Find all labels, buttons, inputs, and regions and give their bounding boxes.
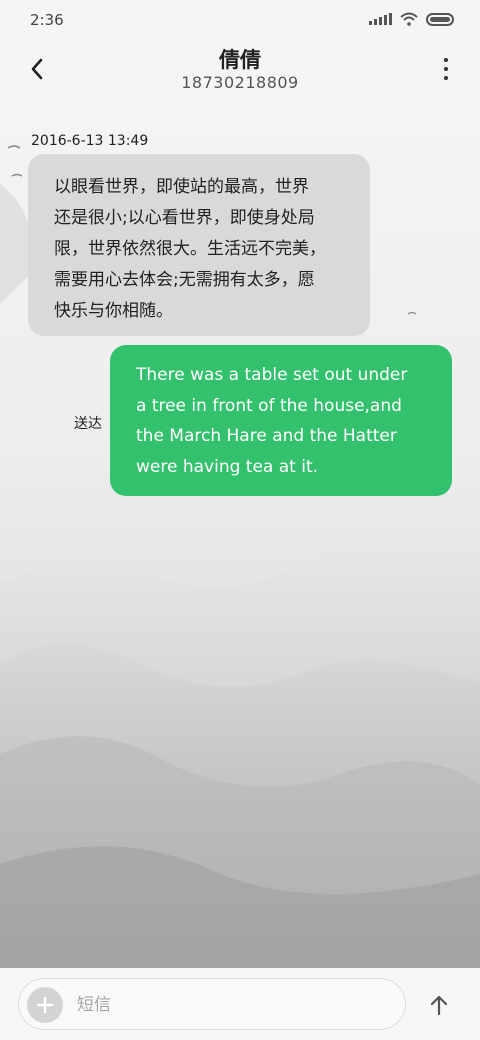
message-line: There was a table set out under [136, 365, 408, 385]
phone-number: 18730218809 [181, 73, 299, 92]
message-timestamp: 2016-6-13 13:49 [31, 133, 149, 149]
wifi-icon [400, 12, 418, 26]
contact-name: 倩倩 [219, 48, 261, 72]
sms-input[interactable] [77, 991, 377, 1019]
status-time: 2:36 [30, 11, 64, 29]
conversation-area[interactable]: 2016-6-13 13:49 以眼看世界，即使站的最高，世界 还是很小;以心看… [0, 104, 480, 968]
add-attachment-button[interactable] [27, 987, 63, 1023]
signal-icon [369, 13, 392, 25]
outgoing-message-bubble[interactable]: There was a table set out under a tree i… [110, 345, 452, 496]
message-line: 需要用心去体会;无需拥有太多，愿 [54, 270, 315, 290]
send-button[interactable] [424, 990, 454, 1020]
plus-icon [36, 996, 54, 1014]
status-icons [369, 12, 454, 26]
message-line: the March Hare and the Hatter [136, 426, 397, 446]
message-line: were having tea at it. [136, 456, 319, 477]
more-options-button[interactable] [436, 56, 456, 82]
incoming-message-bubble[interactable]: 以眼看世界，即使站的最高，世界 还是很小;以心看世界，即使身处局 限，世界依然很… [28, 154, 370, 336]
more-vertical-icon [444, 58, 448, 62]
message-line: 以眼看世界，即使站的最高，世界 [54, 177, 309, 197]
delivered-status: 送达 [74, 416, 102, 432]
arrow-up-icon [430, 995, 448, 1016]
message-line: 还是很小;以心看世界，即使身处局 [54, 208, 315, 228]
battery-icon [426, 12, 454, 26]
message-line: a tree in front of the house,and [136, 395, 402, 416]
message-line: 快乐与你相随。 [54, 301, 173, 321]
message-line: 限，世界依然很大。生活远不完美， [54, 239, 326, 259]
composer-field-wrapper [18, 978, 406, 1030]
top-bar: 2:36 倩倩 18730218809 [0, 0, 480, 104]
composer-bar [0, 968, 480, 1040]
